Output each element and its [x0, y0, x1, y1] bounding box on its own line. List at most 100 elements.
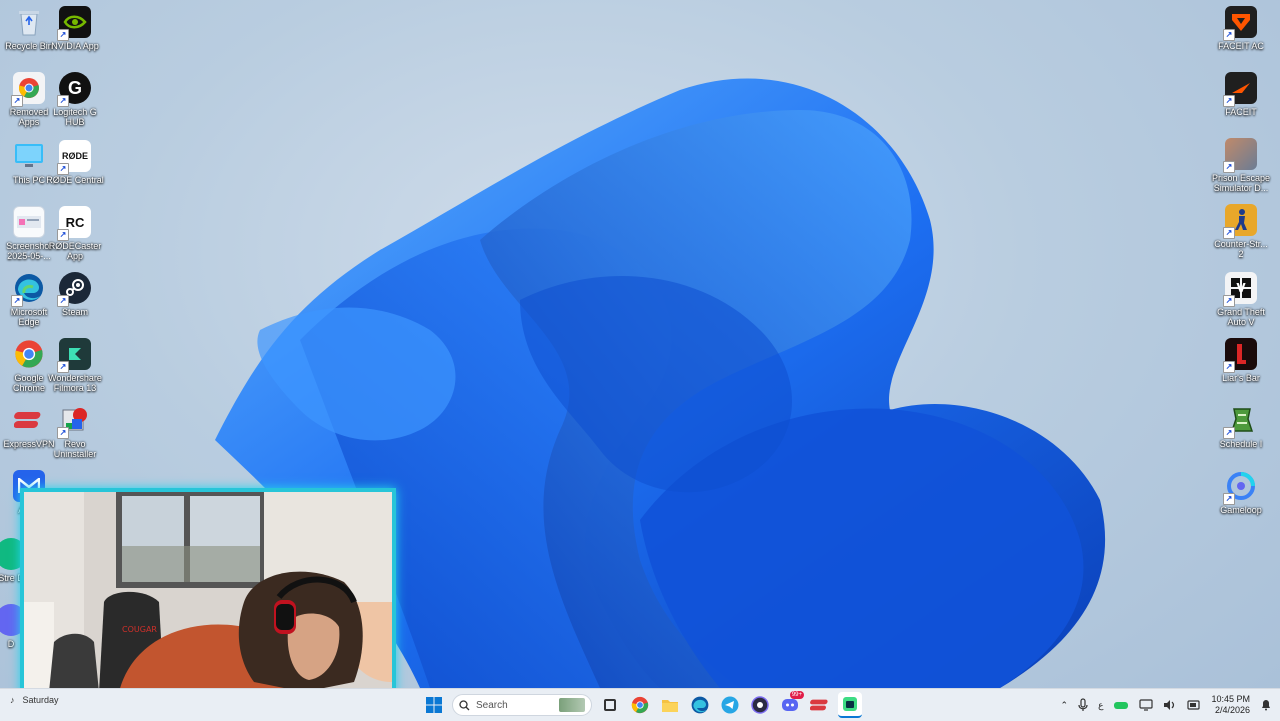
- clock[interactable]: 10:45 PM 2/4/2026: [1211, 694, 1250, 716]
- schedule-icon: ↗: [1223, 404, 1257, 439]
- shortcut-arrow-icon: ↗: [1223, 161, 1235, 173]
- obs-icon: [751, 696, 769, 714]
- desktop-icon-schedule[interactable]: ↗ Schedule I: [1212, 404, 1270, 449]
- desktop-icon-logitech[interactable]: G ↗ Logitech G HUB: [46, 72, 104, 127]
- system-tray: ⌃ ع 10:45 PM 2/4/2026: [1061, 693, 1272, 717]
- desktop-icon-faceit[interactable]: ↗ FACEIT: [1212, 72, 1270, 117]
- volume-icon[interactable]: [1163, 699, 1177, 711]
- clock-date: 2/4/2026: [1214, 705, 1250, 715]
- icon-label: Gameloop: [1220, 505, 1262, 515]
- expressvpn-icon: [13, 404, 45, 436]
- taskbar-widgets[interactable]: ♪ Saturday: [10, 695, 59, 705]
- gta-icon: V ↗: [1223, 272, 1257, 307]
- weather-text: Saturday: [22, 695, 59, 705]
- taskbar-app-discord[interactable]: 99+: [778, 691, 804, 717]
- chrome-icon: [13, 338, 45, 370]
- filmora-icon: ↗: [57, 338, 91, 373]
- taskbar-app-obs[interactable]: [748, 693, 772, 717]
- icon-label: Liar's Bar: [1222, 373, 1260, 383]
- taskbar: ♪ Saturday Search 99+ ⌃ ع 10:45 PM 2/4/2…: [0, 688, 1280, 721]
- notification-badge: 99+: [789, 691, 804, 699]
- icon-label: Counter-Str... 2: [1214, 239, 1268, 259]
- shortcut-arrow-icon: ↗: [1223, 427, 1235, 439]
- task-view-button[interactable]: [598, 693, 622, 717]
- svg-text:V: V: [1236, 281, 1246, 295]
- desktop-icon-revo[interactable]: ↗ Revo Uninstaller: [46, 404, 104, 459]
- chrome-icon: ↗: [11, 72, 45, 107]
- desktop-icon-filmora[interactable]: ↗ Wondershare Filmora 13: [46, 338, 104, 393]
- telegram-icon: [721, 696, 739, 714]
- taskbar-app-android-studio[interactable]: [838, 692, 862, 718]
- recycle-bin-icon: [13, 6, 45, 38]
- gameloop-icon: ↗: [1223, 470, 1257, 505]
- search-icon: [459, 699, 470, 710]
- desktop: Recycle Bin ↗ Removed Apps This PC Scree…: [0, 0, 1280, 688]
- faceit-icon: ↗: [1223, 72, 1257, 107]
- battery-icon[interactable]: [1187, 700, 1201, 710]
- shortcut-arrow-icon: ↗: [1223, 493, 1235, 505]
- shortcut-arrow-icon: ↗: [57, 427, 69, 439]
- windows-logo-icon: [426, 697, 442, 713]
- screenshot-icon: [13, 206, 45, 238]
- taskbar-app-chrome[interactable]: [628, 693, 652, 717]
- icon-label: Steam: [61, 307, 88, 317]
- icon-label: Prison Escape Simulator D...: [1211, 173, 1271, 193]
- shortcut-arrow-icon: ↗: [11, 95, 23, 107]
- taskbar-app-edge[interactable]: [688, 693, 712, 717]
- notification-bell-icon[interactable]: [1260, 699, 1272, 711]
- folder-icon: [662, 700, 678, 712]
- shortcut-arrow-icon: ↗: [1223, 29, 1235, 41]
- desktop-icon-rodecaster[interactable]: RC ↗ RØDECaster App: [46, 206, 104, 261]
- taskbar-search-input[interactable]: Search: [452, 694, 592, 716]
- icon-label: FACEIT: [1225, 107, 1257, 117]
- start-button[interactable]: [422, 693, 446, 717]
- language-indicator[interactable]: ع: [1098, 700, 1103, 711]
- shortcut-arrow-icon: ↗: [1223, 227, 1235, 239]
- desktop-icon-nvidia[interactable]: ↗ NVIDIA App: [46, 6, 104, 51]
- shortcut-arrow-icon: ↗: [11, 295, 23, 307]
- tray-app-icon[interactable]: [1113, 700, 1129, 710]
- desktop-icon-gameloop[interactable]: ↗ Gameloop: [1212, 470, 1270, 515]
- music-note-icon: ♪: [10, 695, 15, 705]
- network-icon[interactable]: [1139, 699, 1154, 711]
- chevron-up-icon[interactable]: ⌃: [1061, 700, 1069, 711]
- counter-strike-icon: ↗: [1223, 204, 1257, 239]
- shortcut-arrow-icon: ↗: [57, 295, 69, 307]
- android-studio-icon: [843, 697, 857, 711]
- desktop-icon-liars-bar[interactable]: ↗ Liar's Bar: [1212, 338, 1270, 383]
- steam-icon: ↗: [57, 272, 91, 307]
- icon-label: FACEIT AC: [1218, 41, 1264, 51]
- icon-label: RØDE Central: [46, 175, 104, 185]
- desktop-icon-gta[interactable]: V ↗ Grand Theft Auto V: [1212, 272, 1270, 327]
- taskbar-app-file-explorer[interactable]: [658, 693, 682, 717]
- shortcut-arrow-icon: ↗: [57, 29, 69, 41]
- desktop-icon-faceit-ac[interactable]: ↗ FACEIT AC: [1212, 6, 1270, 51]
- icon-label: RØDECaster App: [48, 241, 102, 261]
- desktop-icon-counter-strike[interactable]: ↗ Counter-Str... 2: [1212, 204, 1270, 259]
- icon-label: Schedule I: [1219, 439, 1263, 449]
- icon-label: NVIDIA App: [51, 41, 99, 51]
- monitor-icon: [13, 140, 45, 172]
- edge-icon: ↗: [11, 272, 45, 307]
- logitech-icon: G ↗: [57, 72, 91, 107]
- webcam-overlay: COUGAR: [20, 488, 396, 688]
- shortcut-arrow-icon: ↗: [1223, 361, 1235, 373]
- taskbar-app-expressvpn[interactable]: [808, 693, 832, 717]
- faceit-ac-icon: ↗: [1223, 6, 1257, 41]
- task-view-icon: [604, 699, 616, 711]
- liars-bar-icon: ↗: [1223, 338, 1257, 373]
- icon-label: Wondershare Filmora 13: [48, 373, 102, 393]
- taskbar-app-telegram[interactable]: [718, 693, 742, 717]
- rodecaster-icon: RC ↗: [57, 206, 91, 241]
- desktop-icon-prison-escape[interactable]: ↗ Prison Escape Simulator D...: [1212, 138, 1270, 193]
- prison-escape-icon: ↗: [1223, 138, 1257, 173]
- desktop-icon-steam[interactable]: ↗ Steam: [46, 272, 104, 317]
- webcam-feed-image: COUGAR: [24, 492, 392, 688]
- rode-icon: RØDE ↗: [57, 140, 91, 175]
- microphone-icon[interactable]: [1078, 698, 1088, 712]
- shortcut-arrow-icon: ↗: [57, 361, 69, 373]
- desktop-icon-rode-central[interactable]: RØDE ↗ RØDE Central: [46, 140, 104, 185]
- shortcut-arrow-icon: ↗: [57, 229, 69, 241]
- chrome-icon: [631, 696, 649, 714]
- icon-label: Grand Theft Auto V: [1217, 307, 1265, 327]
